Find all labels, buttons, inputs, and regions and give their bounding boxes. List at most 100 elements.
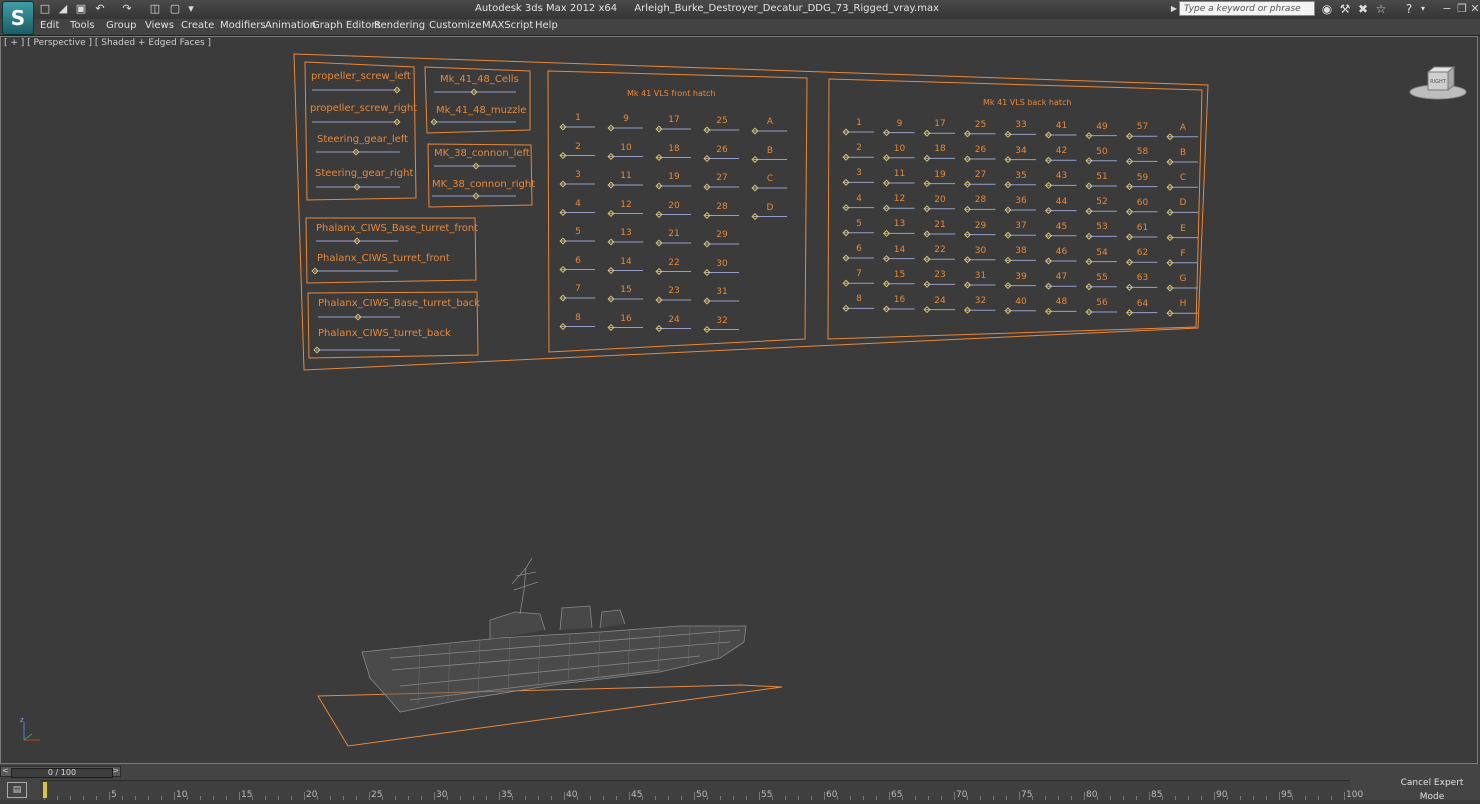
ruler-number: 60 [826, 790, 838, 800]
ruler-number: 70 [956, 790, 968, 800]
app-logo-icon[interactable]: S [2, 1, 34, 35]
ruler-number: 30 [436, 790, 448, 800]
hatch-cell-label: 50 [1096, 146, 1108, 157]
hatch-cell-label: 61 [1136, 223, 1149, 233]
hatch-cell-label: 1 [575, 113, 581, 123]
hatch-cell-label: 32 [974, 296, 987, 307]
ruler-tick [720, 796, 721, 800]
ruler-tick [291, 796, 292, 800]
ruler-tick [343, 796, 344, 800]
label-phalanx-base-front: Phalanx_CIWS_Base_turret_front [316, 223, 479, 234]
hatch-cell-label: 45 [1055, 221, 1068, 232]
slider-handles[interactable] [311, 86, 1174, 354]
ruler-tick [668, 796, 669, 800]
ruler-tick [850, 796, 851, 800]
hatch-cell-label: 23 [668, 286, 680, 296]
ruler-tick [590, 796, 591, 800]
hatch-cell-label: C [766, 174, 774, 184]
hatch-cell-label: 48 [1055, 297, 1068, 308]
ruler-tick [421, 796, 422, 800]
ruler-number: 40 [566, 790, 578, 800]
hatch-cell-label: 17 [668, 115, 680, 125]
hatch-cell-label: 17 [934, 119, 946, 130]
ruler-tick [265, 796, 266, 800]
hatch-cell-label: 25 [974, 119, 987, 130]
hatch-cell-label: 33 [1015, 120, 1027, 131]
ruler-tick [200, 796, 201, 800]
ruler-tick [395, 796, 396, 800]
hatch-cell-label: 22 [934, 245, 946, 256]
label-phalanx-turret-front: Phalanx_CIWS_turret_front [317, 253, 450, 264]
ruler-tick [694, 792, 695, 800]
chevron-right-icon[interactable]: > [112, 766, 119, 775]
ruler-tick [278, 796, 279, 800]
hatch-cell-label: 14 [893, 244, 906, 255]
ruler-tick [83, 796, 84, 800]
hatch-cell-label: 60 [1136, 197, 1149, 208]
ruler-tick [1214, 792, 1215, 800]
hatch-cell-label: D [766, 202, 774, 213]
hatch-cell-label: 63 [1136, 273, 1149, 284]
label-steering-gear-right: Steering_gear_right [315, 168, 414, 179]
hatch-cell-label: 30 [974, 245, 987, 256]
hatch-cell-label: 6 [856, 244, 862, 254]
track-bar[interactable]: 5 10 15 20 25 30 35 40 45 50 55 60 65 70 75 80 85 90 95 100 [40, 780, 1363, 800]
axis-gizmo-icon: z [20, 716, 40, 741]
chevron-left-icon[interactable]: < [2, 766, 9, 775]
ruler-number: 25 [371, 790, 383, 800]
hatch-cell-label: 49 [1096, 121, 1108, 132]
time-slider[interactable]: < 0 / 100 > [0, 766, 121, 778]
ruler-tick [70, 796, 71, 800]
ruler-tick [629, 792, 630, 800]
ruler-tick [759, 792, 760, 800]
ruler-tick [1344, 792, 1345, 800]
hatch-cell-label: 5 [856, 218, 862, 229]
ruler-tick [486, 796, 487, 800]
ruler-tick [1019, 792, 1020, 800]
hatch-cell-label: 6 [575, 255, 581, 266]
panel-props[interactable] [304, 61, 417, 201]
hatch-cell-label: 43 [1055, 171, 1068, 182]
hatch-cell-label: 52 [1096, 197, 1108, 208]
svg-text:z: z [20, 716, 24, 724]
ruler-number: 95 [1281, 790, 1293, 800]
ruler-tick [538, 796, 539, 800]
hatch-cell-label: 32 [716, 315, 728, 326]
hatch-cell-label: 3 [575, 170, 581, 180]
ruler-tick [1240, 796, 1241, 800]
hatch-cell-label: 2 [856, 143, 862, 154]
hatch-cell-label: 55 [1096, 272, 1108, 283]
hatch-cell-label: 29 [974, 220, 987, 231]
ruler-tick [369, 792, 370, 800]
hatch-cell-label: 64 [1136, 298, 1149, 309]
hatch-cell-label: B [1179, 148, 1187, 158]
time-slider-thumb[interactable]: 0 / 100 [11, 768, 113, 778]
ruler-tick [1266, 796, 1267, 800]
ruler-number: 20 [306, 790, 318, 800]
hatch-cell-label: 19 [668, 172, 680, 182]
hatch-cell-label: 27 [974, 170, 987, 181]
ruler-tick [304, 792, 305, 800]
hatch-cell-label: 3 [856, 168, 862, 179]
ruler-tick [746, 796, 747, 800]
ruler-number: 5 [111, 790, 117, 800]
label-propeller-screw-left: propeller_screw_left [311, 71, 411, 82]
hatch-cell-label: 14 [620, 256, 632, 267]
cancel-expert-mode-button[interactable]: Cancel Expert Mode [1389, 776, 1475, 802]
label-mk41-muzzle: Mk_41_48_muzzle [436, 105, 527, 116]
ruler-tick [876, 796, 877, 800]
ship-wireframe[interactable] [300, 550, 800, 750]
hatch-cell-label: 26 [716, 144, 728, 155]
ruler-tick [616, 796, 617, 800]
mini-listener-icon[interactable]: ▤ [7, 782, 27, 798]
hatch-cell-label: 10 [893, 143, 906, 154]
hatch-cell-label: 62 [1136, 248, 1149, 259]
ruler-tick [1084, 792, 1085, 800]
hatch-cell-label: 25 [716, 116, 728, 126]
hatch-cell-label: 16 [620, 313, 632, 324]
ruler-tick [525, 796, 526, 800]
hatch-cell-label: 30 [716, 258, 728, 269]
ruler-number: 65 [891, 790, 903, 800]
current-frame-marker[interactable] [43, 782, 47, 798]
hatch-cell-label: G [1179, 274, 1187, 284]
